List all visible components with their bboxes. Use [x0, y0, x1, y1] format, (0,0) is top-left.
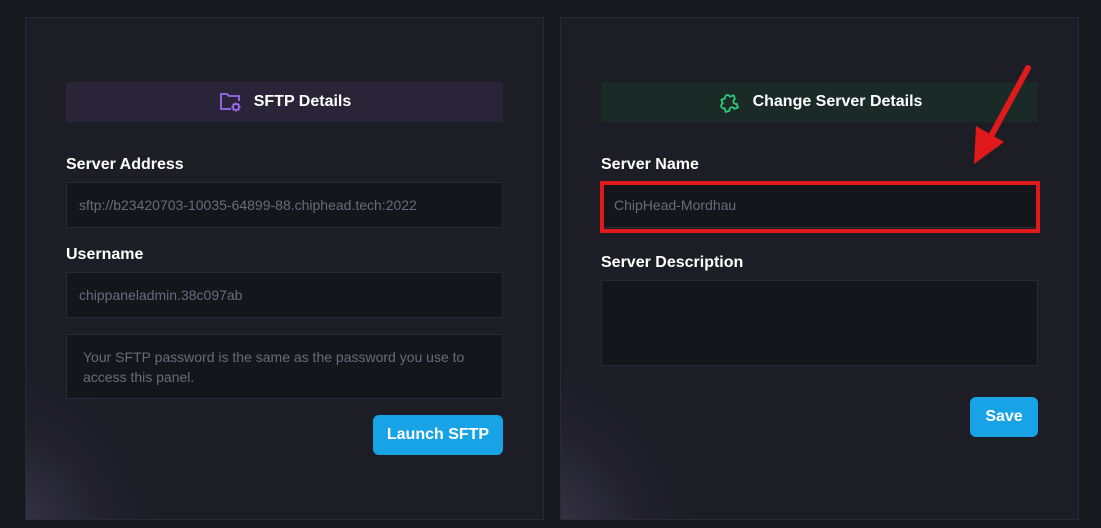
launch-sftp-button[interactable]: Launch SFTP	[373, 415, 503, 455]
sftp-details-header: SFTP Details	[66, 82, 503, 122]
change-server-details-card: Change Server Details Server Name ChipHe…	[560, 17, 1079, 520]
sftp-details-title: SFTP Details	[253, 93, 352, 110]
sftp-details-card: SFTP Details Server Address sftp://b2342…	[25, 17, 544, 520]
server-address-label: Server Address	[66, 156, 184, 173]
folder-gear-icon	[218, 89, 244, 115]
server-address-field[interactable]: sftp://b23420703-10035-64899-88.chiphead…	[66, 182, 503, 228]
change-server-details-title: Change Server Details	[752, 93, 923, 110]
server-name-label: Server Name	[601, 156, 699, 173]
change-server-details-header: Change Server Details	[601, 82, 1038, 122]
server-description-textarea[interactable]	[601, 280, 1038, 366]
server-name-input[interactable]: ChipHead-Mordhau	[601, 182, 1038, 228]
username-label: Username	[66, 246, 144, 263]
username-field[interactable]: chippaneladmin.38c097ab	[66, 272, 503, 318]
save-button[interactable]: Save	[970, 397, 1038, 437]
page: SFTP Details Server Address sftp://b2342…	[0, 0, 1101, 528]
puzzle-icon	[717, 89, 743, 115]
server-description-label: Server Description	[601, 254, 744, 271]
sftp-password-notice: Your SFTP password is the same as the pa…	[66, 334, 503, 399]
